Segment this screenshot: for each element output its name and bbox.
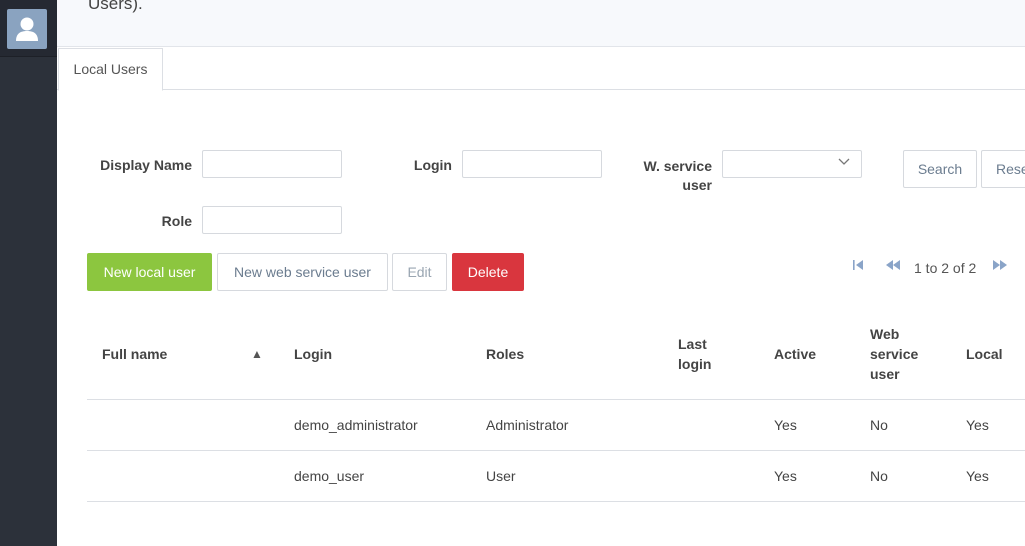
sidebar [0, 0, 57, 546]
role-input[interactable] [202, 206, 342, 234]
cell-login: demo_user [294, 468, 365, 484]
column-header-web-service-user-line3: user [870, 366, 900, 382]
role-label: Role [161, 213, 192, 229]
login-input[interactable] [462, 150, 602, 178]
new-local-user-button[interactable]: New local user [87, 253, 212, 291]
cell-roles: User [486, 468, 516, 484]
display-name-input[interactable] [202, 150, 342, 178]
header-text: Users). [88, 0, 143, 13]
column-header-roles[interactable]: Roles [486, 344, 524, 364]
cell-local: Yes [966, 417, 989, 433]
sort-ascending-icon[interactable]: ▲ [251, 344, 263, 364]
column-header-full-name[interactable]: Full name [102, 344, 167, 364]
cell-local: Yes [966, 468, 989, 484]
avatar-area [0, 0, 57, 57]
search-button[interactable]: Search [903, 150, 977, 188]
web-service-user-label-line1: W. service [643, 158, 713, 174]
delete-button[interactable]: Delete [452, 253, 524, 291]
column-header-last-login[interactable]: Last login [678, 334, 711, 374]
tab-bar: Local Users [57, 47, 1025, 91]
column-header-active[interactable]: Active [774, 344, 816, 364]
column-header-web-service-user[interactable]: Web service user [870, 324, 918, 384]
web-service-user-label-line2: user [682, 177, 712, 193]
web-service-user-select[interactable] [722, 150, 862, 178]
pager-text: 1 to 2 of 2 [914, 260, 977, 276]
cell-web-service-user: No [870, 417, 888, 433]
column-header-web-service-user-line2: service [870, 346, 919, 362]
user-avatar-icon[interactable] [7, 9, 47, 49]
previous-page-icon[interactable] [885, 259, 901, 274]
column-header-last-login-line1: Last [678, 336, 707, 352]
column-header-local[interactable]: Local [966, 344, 1003, 364]
edit-button[interactable]: Edit [392, 253, 447, 291]
first-page-icon[interactable] [852, 259, 864, 274]
cell-login: demo_administrator [294, 417, 418, 433]
column-header-login[interactable]: Login [294, 344, 332, 364]
next-page-icon[interactable] [992, 259, 1008, 274]
cell-active: Yes [774, 417, 797, 433]
reset-button[interactable]: Rese [981, 150, 1025, 188]
cell-active: Yes [774, 468, 797, 484]
main-content: Users). Local Users Display Name Login W… [57, 0, 1025, 546]
tab-local-users[interactable]: Local Users [58, 48, 163, 91]
cell-web-service-user: No [870, 468, 888, 484]
display-name-label: Display Name [100, 157, 192, 173]
table-header-divider [87, 399, 1025, 400]
column-header-web-service-user-line1: Web [870, 326, 900, 342]
cell-roles: Administrator [486, 417, 569, 433]
page-header: Users). [57, 0, 1025, 47]
login-label: Login [413, 157, 452, 173]
column-header-last-login-line2: login [678, 356, 712, 372]
new-web-service-user-button[interactable]: New web service user [217, 253, 388, 291]
chevron-down-icon [838, 157, 850, 169]
row-divider [87, 501, 1025, 502]
row-divider [87, 450, 1025, 451]
web-service-user-label: W. service user [617, 157, 713, 195]
